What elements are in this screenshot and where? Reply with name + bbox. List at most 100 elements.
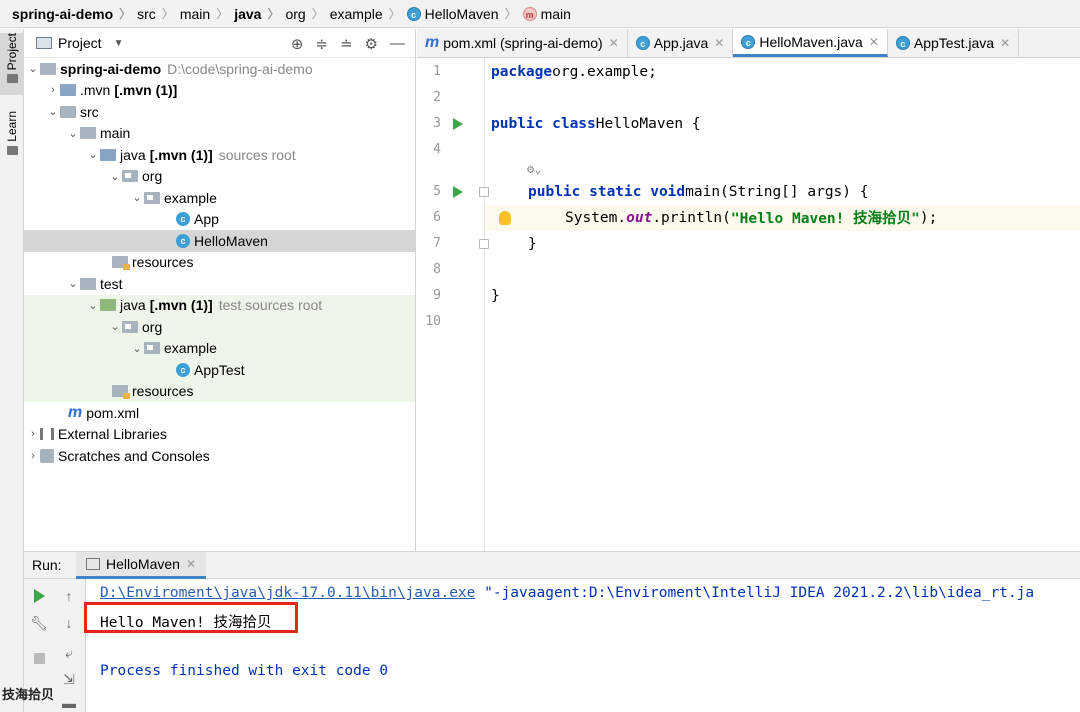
tree-item-external-libraries[interactable]: › External Libraries [24,424,415,446]
run-console[interactable]: D:\Enviroment\java\jdk-17.0.11\bin\java.… [86,579,1080,712]
breadcrumb-item-project[interactable]: spring-ai-demo 〉 [12,5,137,22]
run-tab-hellomaven[interactable]: HelloMaven ✕ [76,551,206,579]
code-line: public class HelloMaven { [491,115,701,132]
tree-item-java[interactable]: ⌄ java [.mvn (1)] sources root [24,144,415,166]
close-icon[interactable]: ✕ [869,35,879,49]
chevron-down-icon[interactable]: ⌄ [108,170,122,183]
tree-item-test[interactable]: ⌄ test [24,273,415,295]
project-view-title[interactable]: Project [58,35,102,51]
code-editor[interactable]: 1 2 3 4 5 6 7 8 9 10 package org.example… [417,58,1080,551]
jdk-path-link[interactable]: D:\Enviroment\java\jdk-17.0.11\bin\java.… [100,585,475,601]
watermark: 技海拾贝 [2,687,55,702]
chevron-right-icon: 〉 [216,7,229,21]
scroll-up-button[interactable]: ↑ [59,586,79,606]
code-vision-icon[interactable]: ⚙⌄ [527,162,541,176]
project-panel-header: Project ▼ ⊕ ≑ ≐ ⚙ — [24,29,415,58]
tree-item-src[interactable]: ⌄ src [24,101,415,123]
line-number: 5 [433,184,441,200]
chevron-right-icon[interactable]: › [26,428,40,440]
tree-item-apptest[interactable]: c AppTest [24,359,415,381]
chevron-right-icon[interactable]: › [26,450,40,462]
settings-button[interactable]: 🔧︎ [29,613,49,633]
chevron-down-icon[interactable]: ⌄ [130,342,144,355]
close-icon[interactable]: ✕ [186,557,196,571]
minimize-icon[interactable]: — [390,35,405,52]
editor-gutter: 1 2 3 4 5 6 7 8 9 10 [417,58,489,551]
code-line: } [491,287,500,304]
tab-pom-xml[interactable]: m pom.xml (spring-ai-demo) ✕ [417,29,628,57]
tab-hellomaven-java[interactable]: c HelloMaven.java ✕ [733,29,888,57]
chevron-down-icon[interactable]: ⌄ [86,299,100,312]
breadcrumb-item-method[interactable]: m main [522,6,571,22]
tree-item-hellomaven[interactable]: c HelloMaven [24,230,415,252]
rerun-button[interactable] [29,586,49,606]
chevron-down-icon[interactable]: ⌄ [66,277,80,290]
class-icon: c [635,36,650,50]
tree-item-mvn[interactable]: › .mvn [.mvn (1)] [24,80,415,102]
code-line: public static void main(String[] args) { [528,183,869,200]
breadcrumb-item-main[interactable]: main 〉 [180,5,234,22]
expand-all-icon[interactable]: ≑ [315,35,328,53]
scroll-down-button[interactable]: ↓ [59,613,79,633]
tree-item-app[interactable]: c App [24,209,415,231]
library-icon [40,428,54,441]
tree-item-test-resources[interactable]: resources [24,380,415,402]
method-icon: m [522,6,537,21]
tab-apptest-java[interactable]: c AppTest.java ✕ [888,29,1020,57]
chevron-right-icon[interactable]: › [46,84,60,96]
close-icon[interactable]: ✕ [714,36,724,50]
project-tool-tab[interactable]: Project [0,33,24,95]
code-area[interactable]: package org.example; public class HelloM… [485,58,1080,551]
learn-tool-tab[interactable]: Learn [0,111,24,181]
scroll-to-end-button[interactable]: ⇲ [59,669,79,689]
breadcrumb-item-example[interactable]: example 〉 [330,5,407,22]
chevron-down-icon[interactable]: ⌄ [108,320,122,333]
breadcrumb-item-class[interactable]: c HelloMaven 〉 [406,5,523,22]
lightbulb-icon[interactable] [499,210,511,225]
tree-item-test-java[interactable]: ⌄ java [.mvn (1)] test sources root [24,294,415,316]
soft-wrap-button[interactable]: ⤶ [59,643,79,663]
print-icon: ▬ [62,695,76,711]
print-button[interactable]: ▬ [59,693,79,712]
run-class-icon[interactable] [453,117,463,130]
tree-item-test-example[interactable]: ⌄ example [24,337,415,359]
breadcrumb: spring-ai-demo 〉 src 〉 main 〉 java 〉 org 〉 ex… [0,0,1080,28]
class-icon: c [176,212,190,227]
tree-item-org[interactable]: ⌄ org [24,166,415,188]
tree-item-test-org[interactable]: ⌄ org [24,316,415,338]
close-icon[interactable]: ✕ [609,36,619,50]
tab-app-java[interactable]: c App.java ✕ [628,29,734,57]
tree-item-pom[interactable]: m pom.xml [24,402,415,424]
tree-item-scratches[interactable]: › Scratches and Consoles [24,445,415,467]
tree-item-root[interactable]: ⌄ spring-ai-demo D:\code\spring-ai-demo [24,58,415,80]
line-number: 9 [433,288,441,304]
close-icon[interactable]: ✕ [1000,36,1010,50]
folder-icon [60,105,76,118]
chevron-down-icon[interactable]: ⌄ [86,148,100,161]
run-method-icon[interactable] [453,185,463,198]
locate-icon[interactable]: ⊕ [291,35,304,53]
chevron-down-icon[interactable]: ⌄ [130,191,144,204]
folder-icon [60,84,76,97]
tree-item-resources[interactable]: resources [24,252,415,274]
gear-icon[interactable]: ⚙ [365,35,378,53]
chevron-down-icon[interactable]: ⌄ [26,62,40,75]
test-resources-folder-icon [112,385,130,400]
collapse-all-icon[interactable]: ≐ [340,35,353,53]
project-panel: Project ▼ ⊕ ≑ ≐ ⚙ — ⌄ spring-ai-demo D:\… [24,29,416,551]
stop-button[interactable] [29,648,49,668]
breadcrumb-item-java[interactable]: java 〉 [234,5,285,22]
code-line-current: System. out .println("Hello Maven! 技海拾贝"); [485,205,1080,231]
folder-icon [36,37,52,49]
chevron-down-icon[interactable]: ⌄ [66,127,80,140]
chevron-down-icon[interactable]: ▼ [114,38,124,49]
chevron-down-icon[interactable]: ⌄ [46,105,60,118]
line-number: 6 [433,210,441,226]
package-icon [144,342,160,355]
breadcrumb-item-org[interactable]: org 〉 [285,5,329,22]
breadcrumb-item-src[interactable]: src 〉 [137,5,180,22]
tree-item-example[interactable]: ⌄ example [24,187,415,209]
chevron-right-icon: 〉 [388,7,401,21]
tree-item-main[interactable]: ⌄ main [24,123,415,145]
class-icon: c [741,34,756,49]
